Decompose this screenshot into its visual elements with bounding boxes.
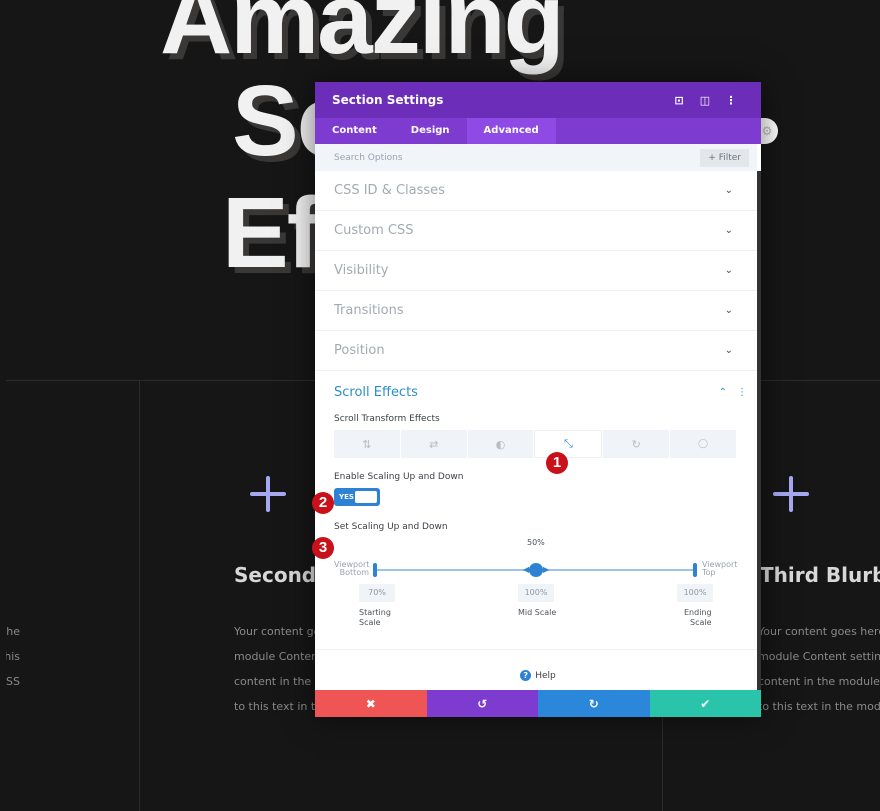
modal-tabs: Content Design Advanced [315,118,761,144]
scale-icon[interactable]: ⤡ [534,430,603,458]
chevron-down-icon: ⌄ [724,225,733,236]
section-visibility[interactable]: Visibility ⌄ [315,251,757,291]
divider [139,380,140,811]
vertical-motion-icon[interactable]: ⇅ [334,430,400,458]
section-label: CSS ID & Classes [334,183,445,198]
toggle-value: YES [339,493,354,501]
scrollbar[interactable] [757,171,761,691]
modal-header: Section Settings ⊡ ◫ ⋮ [315,82,761,118]
hero-heading-line-3: Ef [222,177,320,289]
help-icon: ? [520,670,532,681]
set-scaling-label: Set Scaling Up and Down [334,522,448,532]
tab-advanced[interactable]: Advanced [466,118,556,144]
starting-scale-input[interactable]: 70% [359,584,395,602]
plus-icon [773,476,809,512]
chevron-down-icon: ⌄ [724,185,733,196]
search-bar: Search Options + Filter [315,144,757,171]
chevron-down-icon: ⌄ [724,265,733,276]
step-badge-1: 1 [546,452,568,474]
end-handle[interactable] [693,563,697,577]
mid-handle[interactable] [529,563,543,577]
scroll-effects-header[interactable]: Scroll Effects ⌃ ⋮ [334,385,747,400]
arrow-right-icon: ▶ [543,565,550,574]
section-position[interactable]: Position ⌄ [315,331,757,371]
viewport-top-label: Viewport Top [702,560,738,577]
focus-icon[interactable]: ⊡ [666,94,692,107]
section-css-id-classes[interactable]: CSS ID & Classes ⌄ [315,171,757,211]
modal-footer: ✖ ↺ ↻ ✔ [315,690,761,717]
rotate-icon[interactable]: ↻ [603,430,670,458]
mid-scale-input[interactable]: 100% [518,584,554,602]
search-input[interactable]: Search Options [334,153,700,163]
check-icon: ✔ [700,696,711,711]
section-label: Transitions [334,303,404,318]
modal-title: Section Settings [332,93,444,107]
redo-button[interactable]: ↻ [538,690,650,717]
close-icon: ✖ [365,696,376,711]
redo-icon: ↻ [588,696,599,711]
split-view-icon[interactable]: ◫ [692,94,718,107]
save-button[interactable]: ✔ [649,690,761,717]
blurb-2-title: Second [234,563,317,587]
start-handle[interactable] [373,563,377,577]
hero-heading-line-1: Amazing [160,0,565,75]
tab-design[interactable]: Design [394,118,467,144]
undo-icon: ↺ [477,696,488,711]
starting-scale-caption: Starting Scale [359,608,391,627]
section-transitions[interactable]: Transitions ⌄ [315,291,757,331]
more-vertical-icon[interactable]: ⋮ [737,387,747,398]
section-custom-css[interactable]: Custom CSS ⌄ [315,211,757,251]
chevron-down-icon: ⌄ [724,345,733,356]
section-settings-modal: Section Settings ⊡ ◫ ⋮ Content Design Ad… [315,82,761,717]
ending-scale-input[interactable]: 100% [677,584,713,602]
cancel-button[interactable]: ✖ [315,690,427,717]
enable-scaling-toggle[interactable]: YES [334,488,380,506]
scroll-effects-section: Scroll Effects ⌃ ⋮ Scroll Transform Effe… [315,371,757,632]
mid-scale-caption: Mid Scale [518,608,557,617]
blur-icon[interactable]: ◯ [670,430,736,458]
blurb-3-title: Third Blurb [760,563,880,587]
fade-icon[interactable]: ◐ [467,430,534,458]
section-label: Position [334,343,385,358]
tab-content[interactable]: Content [315,118,394,144]
scroll-transform-label: Scroll Transform Effects [334,414,440,424]
step-badge-3: 3 [312,537,334,559]
scroll-effects-title: Scroll Effects [334,385,418,400]
section-label: Visibility [334,263,389,278]
section-label: Custom CSS [334,223,414,238]
scaling-slider: 50% Viewport Bottom Viewport Top ◀ ▶ 70% 1… [334,532,747,632]
viewport-bottom-label: Viewport Bottom [334,560,370,577]
mid-percent: 50% [527,538,545,547]
step-badge-2: 2 [312,492,334,514]
ending-scale-caption: Ending Scale [684,608,712,627]
help-link[interactable]: ? Help [315,670,761,681]
plus-icon [250,476,286,512]
help-label: Help [535,671,556,681]
filter-button[interactable]: + Filter [700,148,749,167]
chevron-up-icon[interactable]: ⌃ [719,387,727,398]
effect-type-selector: ⇅ ⇄ ◐ ⤡ ↻ ◯ [334,430,737,458]
chevron-down-icon: ⌄ [724,305,733,316]
more-vertical-icon[interactable]: ⋮ [718,94,744,107]
blurb-3-text: Your content goes here. Emodule Content … [758,625,880,713]
enable-scaling-label: Enable Scaling Up and Down [334,472,464,482]
undo-button[interactable]: ↺ [426,690,538,717]
horizontal-motion-icon[interactable]: ⇄ [400,430,467,458]
